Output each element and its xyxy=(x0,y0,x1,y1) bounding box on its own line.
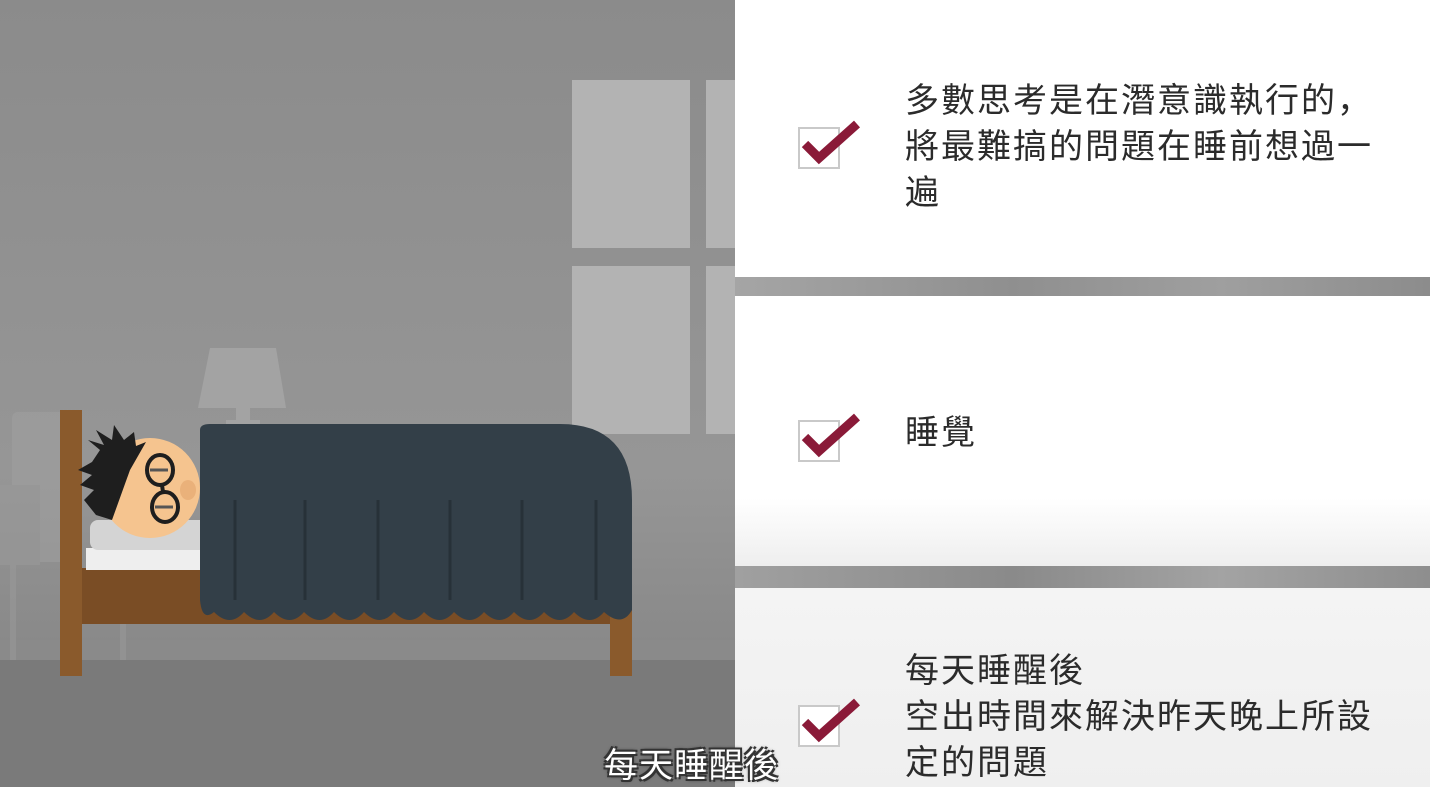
checklist-item-2-text: 睡覺 xyxy=(905,413,977,453)
checklist-item-3-text: 每天睡醒後 空出時間來解決昨天晚上所設 定的問題 xyxy=(905,651,1373,783)
video-subtitle: 每天睡醒後 xyxy=(604,746,779,786)
panel-divider xyxy=(735,277,1430,296)
checklist-item-1-text: 多數思考是在潛意識執行的， 將最難搞的問題在睡前想過一 遍 xyxy=(905,81,1373,213)
checkbox-checked-icon xyxy=(798,698,861,747)
sleeping-man-illustration xyxy=(0,80,735,787)
lamp xyxy=(198,348,286,426)
checkbox-checked-icon xyxy=(798,413,861,462)
panel-divider xyxy=(735,566,1430,588)
checkbox-checked-icon xyxy=(798,120,861,169)
illustration-scene xyxy=(0,0,735,787)
window xyxy=(572,80,735,434)
blanket xyxy=(200,424,632,620)
